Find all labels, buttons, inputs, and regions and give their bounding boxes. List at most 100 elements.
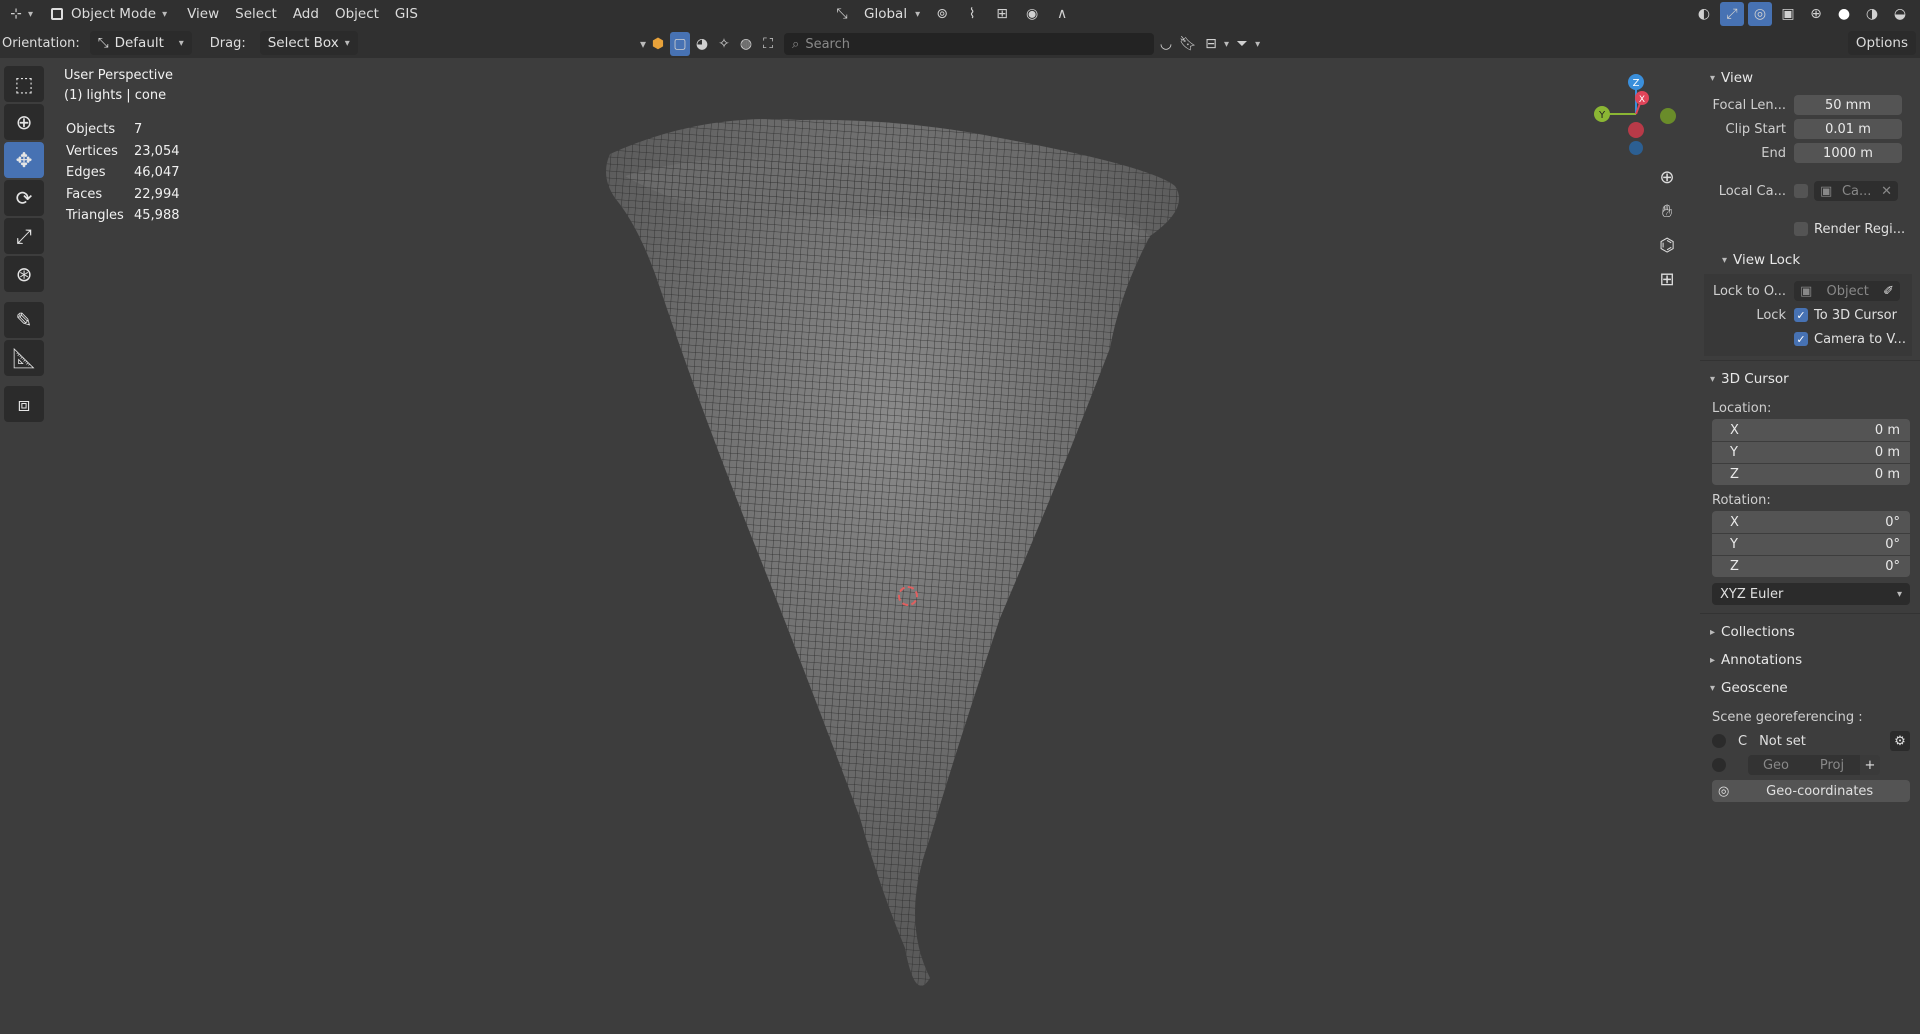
camera-to-view-checkbox[interactable]: ✓	[1794, 332, 1808, 346]
editor-type-icon[interactable]: ⊹	[4, 2, 28, 26]
menu-object[interactable]: Object	[327, 2, 387, 26]
object-icon: ▣	[1800, 283, 1813, 299]
add-icon[interactable]: +	[1860, 755, 1880, 775]
zoom-icon[interactable]: ⊕	[1652, 162, 1682, 192]
navigation-gizmo[interactable]: Z Y X	[1586, 66, 1676, 166]
drag-dropdown[interactable]: Select Box ▾	[259, 31, 358, 55]
falloff-icon[interactable]: ∧	[1050, 2, 1074, 26]
local-camera-field[interactable]: ▣ Ca... ✕	[1814, 181, 1898, 201]
local-camera-checkbox[interactable]	[1794, 184, 1808, 198]
chevron-down-icon[interactable]: ▾	[640, 37, 646, 51]
shading-sphere-icon[interactable]: ◕	[692, 32, 712, 56]
camera-to-view-label: Camera to V...	[1814, 331, 1906, 347]
select-mode-icon[interactable]: ▢	[670, 32, 691, 56]
wireframe-shading-icon[interactable]: ⊕	[1804, 2, 1828, 26]
transform-tool[interactable]: ⊛	[4, 256, 44, 292]
geoscene-header[interactable]: ▾ Geoscene	[1700, 674, 1920, 702]
xray-toggle-icon[interactable]: ▣	[1776, 2, 1800, 26]
geo-coordinates-button[interactable]: ◎ Geo-coordinates	[1712, 780, 1910, 802]
drag-value: Select Box	[267, 35, 339, 51]
rotation-mode-dropdown[interactable]: XYZ Euler ▾	[1712, 583, 1910, 605]
location-x-field[interactable]: X 0 m	[1712, 419, 1910, 441]
focal-length-field[interactable]: 50 mm	[1794, 95, 1902, 115]
options-button[interactable]: Options	[1847, 31, 1916, 55]
eyedropper-icon[interactable]: ✐	[1883, 284, 1894, 299]
cursor-tool[interactable]: ⊕	[4, 104, 44, 140]
visibility-icon[interactable]: ◐	[1692, 2, 1716, 26]
render-region-checkbox[interactable]	[1794, 222, 1808, 236]
transform-orientation-value: Global	[864, 6, 908, 22]
3d-cursor[interactable]	[898, 586, 918, 606]
gear-icon[interactable]: ⚙	[1890, 731, 1910, 751]
object-types-icon[interactable]: ⬢	[648, 32, 668, 56]
annotate-tool[interactable]: ✎	[4, 302, 44, 338]
camera-view-icon[interactable]: ⌬	[1652, 230, 1682, 260]
scale-tool[interactable]: ⤢	[4, 218, 44, 254]
perspective-toggle-icon[interactable]: ⊞	[1652, 264, 1682, 294]
measure-tool[interactable]: 📐︎	[4, 340, 44, 376]
rotation-z-field[interactable]: Z 0°	[1712, 555, 1910, 577]
location-y-field[interactable]: Y 0 m	[1712, 441, 1910, 463]
geo-button[interactable]: Geo	[1748, 755, 1804, 775]
mode-selector[interactable]: Object Mode ▾	[43, 2, 175, 26]
rotation-y-field[interactable]: Y 0°	[1712, 533, 1910, 555]
proj-button[interactable]: Proj	[1804, 755, 1860, 775]
world-icon[interactable]: ◍	[736, 32, 756, 56]
filter-icon[interactable]: ⏷	[1231, 32, 1253, 56]
3d-viewport[interactable]	[0, 58, 1700, 1034]
clip-end-field[interactable]: 1000 m	[1794, 143, 1902, 163]
focal-length-row: Focal Len... 50 mm	[1700, 94, 1920, 116]
rotation-x-field[interactable]: X 0°	[1712, 511, 1910, 533]
add-cube-tool[interactable]: ⧈	[4, 386, 44, 422]
menu-view[interactable]: View	[179, 2, 227, 26]
neg-z-handle[interactable]	[1629, 141, 1643, 155]
orientation-dropdown[interactable]: ⤡ Default ▾	[89, 31, 192, 55]
clip-start-field[interactable]: 0.01 m	[1794, 119, 1902, 139]
menu-gis[interactable]: GIS	[387, 2, 426, 26]
rotate-tool[interactable]: ⟳	[4, 180, 44, 216]
radio-icon[interactable]	[1712, 734, 1726, 748]
neg-y-handle[interactable]	[1660, 108, 1676, 124]
menu-add[interactable]: Add	[285, 2, 327, 26]
to-3d-cursor-checkbox[interactable]: ✓	[1794, 308, 1808, 322]
proportional-editing-icon[interactable]: ◉	[1020, 2, 1044, 26]
solid-shading-icon[interactable]: ●	[1832, 2, 1856, 26]
view-panel-header[interactable]: ▾ View	[1700, 64, 1920, 92]
view-lock-header[interactable]: ▾ View Lock	[1700, 246, 1920, 274]
chevron-down-icon: ▾	[344, 37, 350, 49]
3d-cursor-title: 3D Cursor	[1721, 371, 1789, 387]
annotations-header[interactable]: ▸ Annotations	[1700, 646, 1920, 674]
bookmark-icon[interactable]: 🔖︎	[1178, 32, 1198, 56]
neg-x-handle[interactable]	[1628, 122, 1644, 138]
chevron-down-icon[interactable]: ▾	[28, 9, 33, 20]
radio-icon[interactable]	[1712, 758, 1726, 772]
filter-toggle-icon[interactable]: ◡	[1156, 32, 1176, 56]
move-tool[interactable]: ✥	[4, 142, 44, 178]
menu-select[interactable]: Select	[227, 2, 285, 26]
snap-icon[interactable]: ⌇	[960, 2, 984, 26]
chevron-down-icon[interactable]: ▾	[1224, 39, 1229, 50]
transform-orientation-selector[interactable]: Global ▾	[860, 2, 924, 26]
snap-target-icon[interactable]: ⊞	[990, 2, 1014, 26]
close-icon[interactable]: ✕	[1881, 184, 1892, 199]
light-icon[interactable]: ✧	[714, 32, 734, 56]
search-icon: ⌕	[792, 36, 800, 52]
location-z-field[interactable]: Z 0 m	[1712, 463, 1910, 485]
outliner-search-input[interactable]: ⌕ Search	[784, 33, 1155, 55]
gizmo-toggle-icon[interactable]: ⤢	[1720, 2, 1744, 26]
chevron-down-icon[interactable]: ▾	[1255, 39, 1260, 50]
overlay-toggle-icon[interactable]: ◎	[1748, 2, 1772, 26]
cone-mesh[interactable]	[0, 58, 1700, 1034]
crs-status: Not set	[1759, 733, 1806, 749]
collections-header[interactable]: ▸ Collections	[1700, 618, 1920, 646]
lock-object-field[interactable]: ▣ Object ✐	[1794, 281, 1900, 301]
material-shading-icon[interactable]: ◑	[1860, 2, 1884, 26]
annotations-title: Annotations	[1721, 652, 1803, 668]
pivot-point-icon[interactable]: ⊚	[930, 2, 954, 26]
select-box-tool[interactable]: ⬚	[4, 66, 44, 102]
camera-icon[interactable]: ⛶	[758, 32, 778, 56]
rendered-shading-icon[interactable]: ◒	[1888, 2, 1912, 26]
pan-hand-icon[interactable]: ✋︎	[1652, 196, 1682, 226]
hierarchy-icon[interactable]: ⊟	[1200, 32, 1222, 56]
3d-cursor-header[interactable]: ▾ 3D Cursor	[1700, 365, 1920, 393]
